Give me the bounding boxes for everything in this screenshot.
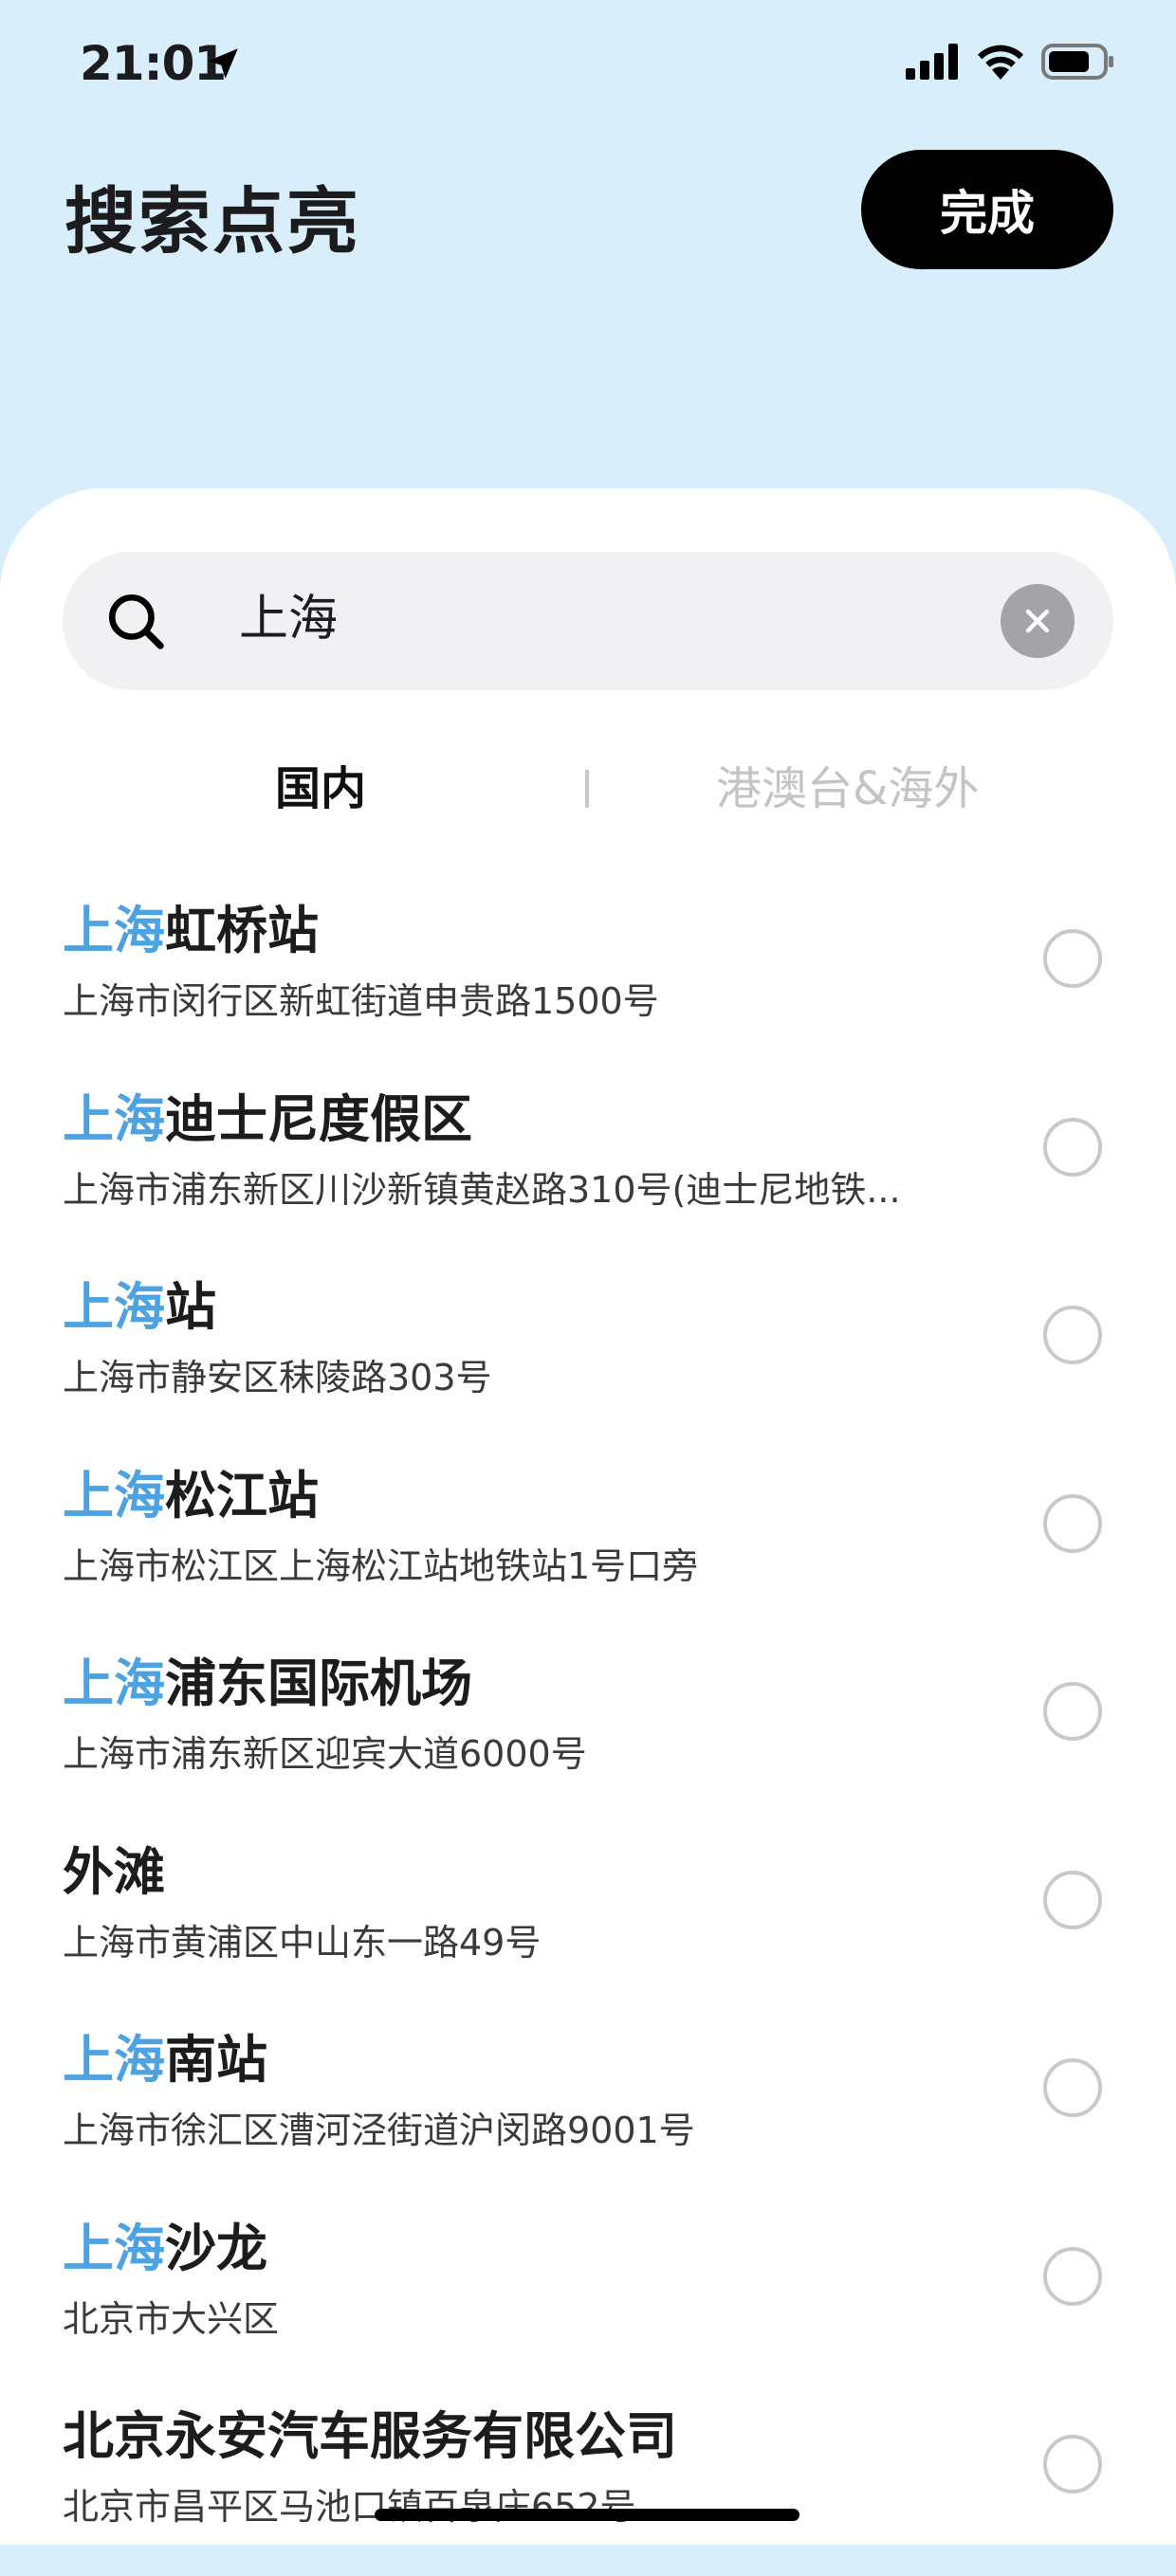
select-radio[interactable]	[1043, 1682, 1102, 1741]
select-radio[interactable]	[1043, 1117, 1102, 1177]
place-address: 上海市浦东新区川沙新镇黄赵路310号(迪士尼地铁...	[63, 1168, 901, 1211]
list-item[interactable]: 上海虹桥站 上海市闵行区新虹街道申贵路1500号	[0, 882, 1176, 1070]
list-item[interactable]: 上海南站 上海市徐汇区漕河泾街道沪闵路9001号	[0, 2011, 1176, 2200]
place-name-rest: 站	[165, 1277, 216, 1337]
match-highlight: 上海	[63, 1653, 165, 1713]
home-indicator[interactable]	[375, 2509, 799, 2521]
place-name-rest: 浦东国际机场	[165, 1653, 472, 1713]
place-name: 上海虹桥站	[63, 897, 319, 965]
place-address: 上海市黄浦区中山东一路49号	[63, 1921, 542, 1964]
match-highlight: 上海	[63, 2218, 165, 2278]
place-name-rest: 外滩	[63, 1841, 165, 1902]
place-name-rest: 松江站	[165, 1465, 319, 1526]
place-address: 上海市浦东新区迎宾大道6000号	[63, 1733, 587, 1775]
place-name: 上海南站	[63, 2026, 267, 2094]
wifi-icon	[978, 45, 1023, 80]
tab-divider	[585, 770, 589, 808]
place-address: 上海市闵行区新虹街道申贵路1500号	[63, 980, 659, 1022]
select-radio[interactable]	[1043, 1306, 1102, 1364]
place-name: 上海松江站	[63, 1462, 319, 1530]
place-address: 北京市昌平区马池口镇百泉庄652号	[63, 2486, 636, 2528]
list-item[interactable]: 上海沙龙 北京市大兴区	[0, 2200, 1176, 2388]
search-input[interactable]: 上海	[239, 588, 338, 650]
place-name-rest: 沙龙	[165, 2218, 267, 2278]
place-name: 上海沙龙	[63, 2215, 267, 2283]
list-item[interactable]: 北京永安汽车服务有限公司 北京市昌平区马池口镇百泉庄652号	[0, 2387, 1176, 2576]
status-bar: 21:01	[0, 0, 1176, 133]
place-name: 外滩	[63, 1838, 165, 1907]
place-name: 上海浦东国际机场	[63, 1650, 472, 1718]
place-address: 上海市松江区上海松江站地铁站1号口旁	[63, 1544, 699, 1587]
match-highlight: 上海	[63, 2030, 165, 2090]
tab-domestic[interactable]: 国内	[275, 758, 366, 819]
cellular-signal-icon	[906, 44, 958, 80]
select-radio[interactable]	[1043, 929, 1102, 988]
select-radio[interactable]	[1043, 2246, 1102, 2306]
match-highlight: 上海	[63, 901, 165, 960]
place-name-rest: 南站	[165, 2030, 267, 2090]
list-item[interactable]: 上海松江站 上海市松江区上海松江站地铁站1号口旁	[0, 1447, 1176, 1635]
select-radio[interactable]	[1043, 1870, 1102, 1929]
list-item[interactable]: 上海站 上海市静安区秣陵路303号	[0, 1258, 1176, 1447]
place-name-rest: 虹桥站	[165, 901, 319, 960]
list-item[interactable]: 外滩 上海市黄浦区中山东一路49号	[0, 1823, 1176, 2012]
select-radio[interactable]	[1043, 1493, 1102, 1553]
select-radio[interactable]	[1043, 2058, 1102, 2117]
clear-search-button[interactable]	[1001, 584, 1075, 658]
close-icon	[1025, 609, 1050, 633]
match-highlight: 上海	[63, 1088, 165, 1149]
place-address: 上海市静安区秣陵路303号	[63, 1357, 492, 1398]
result-list: 上海虹桥站 上海市闵行区新虹街道申贵路1500号 上海迪士尼度假区 上海市浦东新…	[0, 882, 1176, 2576]
place-name: 上海站	[63, 1273, 216, 1342]
place-name-rest: 北京永安汽车服务有限公司	[63, 2406, 677, 2466]
battery-icon	[1041, 44, 1113, 80]
page-title: 搜索点亮	[64, 179, 360, 264]
tab-overseas[interactable]: 港澳台&海外	[716, 758, 979, 819]
search-icon	[108, 594, 164, 649]
done-button[interactable]: 完成	[861, 150, 1113, 269]
location-arrow-icon	[208, 48, 238, 79]
place-address: 上海市徐汇区漕河泾街道沪闵路9001号	[63, 2110, 695, 2151]
list-item[interactable]: 上海迪士尼度假区 上海市浦东新区川沙新镇黄赵路310号(迪士尼地铁...	[0, 1070, 1176, 1259]
place-name-rest: 迪士尼度假区	[165, 1088, 472, 1149]
match-highlight: 上海	[63, 1277, 165, 1337]
search-bar[interactable]	[63, 552, 1113, 690]
place-name: 上海迪士尼度假区	[63, 1086, 472, 1154]
place-name: 北京永安汽车服务有限公司	[63, 2402, 677, 2471]
place-address: 北京市大兴区	[63, 2297, 280, 2340]
select-radio[interactable]	[1043, 2435, 1102, 2494]
list-item[interactable]: 上海浦东国际机场 上海市浦东新区迎宾大道6000号	[0, 1635, 1176, 1823]
match-highlight: 上海	[63, 1465, 165, 1526]
